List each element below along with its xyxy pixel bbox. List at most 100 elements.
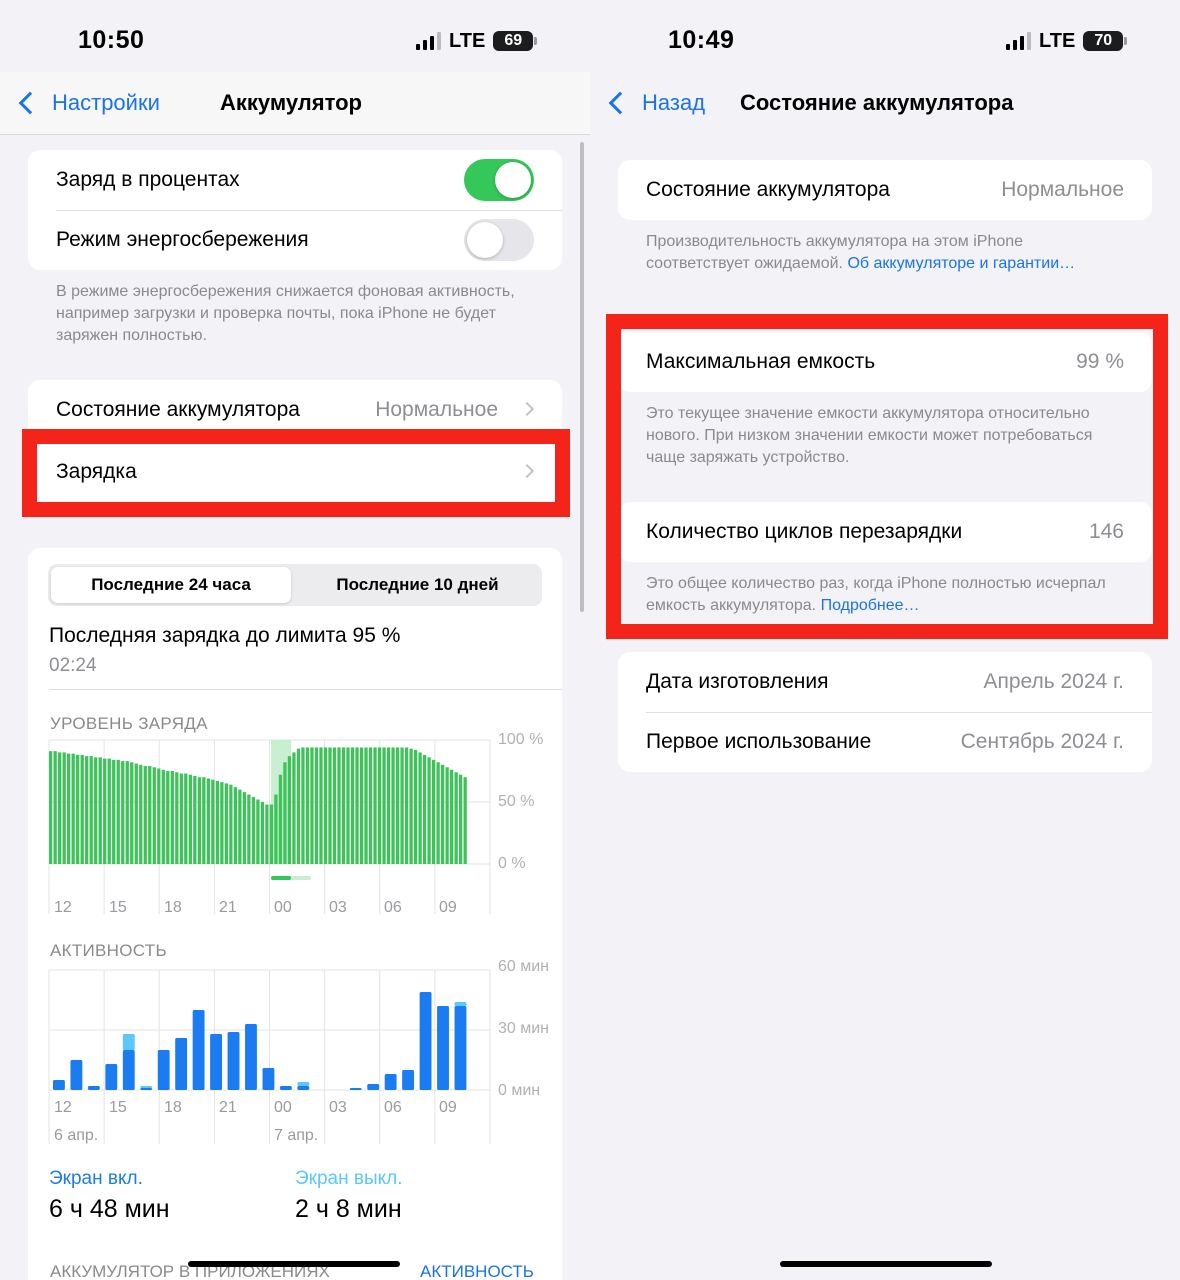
status-time: 10:50	[78, 26, 145, 54]
battery-bar	[382, 747, 386, 864]
activity-axis-label-0: 0 мин	[498, 1082, 541, 1099]
activity-bar-screen-on	[419, 992, 432, 1090]
chevron-left-icon	[608, 91, 632, 115]
health-label: Состояние аккумулятора	[646, 178, 890, 201]
battery-bar	[107, 758, 111, 864]
battery-bar	[179, 773, 183, 864]
back-button[interactable]: Настройки	[18, 90, 160, 116]
battery-bar	[188, 774, 192, 864]
battery-bar	[143, 766, 147, 864]
battery-bar	[238, 789, 242, 864]
battery-bar	[395, 747, 400, 864]
capacity-value: 99 %	[1076, 350, 1124, 373]
left-screen: 10:50 LTE 69 Настройки Аккумулятор Заряд…	[0, 0, 590, 1280]
battery-bar	[220, 782, 224, 864]
chevron-right-icon	[519, 463, 535, 479]
battery-bar	[463, 777, 467, 864]
screen-on-label: Экран вкл.	[49, 1168, 143, 1189]
activity-axis-label-30: 30 мин	[498, 1020, 550, 1037]
battery-bar	[134, 763, 138, 864]
low-power-note: В режиме энергосбережения снижается фоно…	[56, 283, 515, 344]
battery-bar	[215, 780, 220, 864]
tab-10-days[interactable]: Последние 10 дней	[296, 567, 539, 603]
battery-bar	[206, 778, 210, 864]
battery-bar	[76, 754, 80, 864]
toggle-knob	[495, 162, 531, 198]
battery-bar	[49, 751, 53, 864]
charging-row[interactable]: Зарядка	[28, 442, 562, 502]
low-power-toggle[interactable]	[464, 219, 534, 261]
right-screen: 10:49 LTE 70 Назад Состояние аккумулятор…	[590, 0, 1180, 1280]
activity-axis-label-60: 60 мин	[498, 958, 550, 975]
health-card: Состояние аккумулятора Нормальное	[618, 160, 1152, 220]
battery-bar	[436, 762, 440, 864]
scrollbar[interactable]	[580, 142, 584, 612]
status-indicators: LTE 70	[1006, 30, 1128, 52]
activity-bar-screen-on	[402, 1070, 415, 1090]
activity-chart	[48, 969, 491, 1144]
health-value: Нормальное	[375, 398, 498, 421]
battery-bar	[350, 747, 355, 864]
more-info-link[interactable]: Подробнее…	[821, 597, 920, 614]
activity-tick: 03	[329, 1099, 347, 1116]
activity-bar-screen-on	[192, 1010, 205, 1090]
battery-tick: 03	[329, 899, 347, 916]
battery-bar	[166, 771, 170, 864]
back-button[interactable]: Назад	[608, 90, 705, 116]
nav-bar: Назад Состояние аккумулятора	[590, 72, 1180, 134]
toggle-label-percentage: Заряд в процентах	[56, 168, 240, 191]
signal-icon	[1006, 32, 1031, 50]
activity-link[interactable]: АКТИВНОСТЬ	[420, 1262, 534, 1280]
screen-off-value: 2 ч 8 мин	[295, 1195, 402, 1223]
activity-tick: 15	[109, 1099, 127, 1116]
battery-bar	[94, 757, 98, 864]
battery-bar	[431, 759, 436, 864]
battery-bar	[337, 747, 341, 864]
battery-bar	[391, 747, 395, 864]
battery-bar	[152, 767, 156, 864]
screen-off-label: Экран выкл.	[295, 1168, 403, 1189]
battery-bar	[175, 772, 179, 864]
home-indicator[interactable]	[780, 1261, 992, 1267]
cycles-row: Количество циклов перезарядки 146	[618, 502, 1152, 562]
battery-bar	[139, 764, 143, 864]
battery-bar	[197, 777, 201, 864]
battery-bar	[224, 783, 229, 864]
battery-bar	[242, 792, 247, 864]
activity-bar-screen-on	[87, 1086, 100, 1090]
activity-bar-screen-on	[70, 1060, 83, 1090]
activity-tick: 12	[54, 1099, 72, 1116]
tab-24-hours[interactable]: Последние 24 часа	[51, 567, 291, 603]
battery-bar	[359, 747, 364, 864]
battery-bar	[62, 752, 66, 864]
page-title: Аккумулятор	[220, 90, 362, 115]
battery-bar	[98, 757, 102, 864]
warranty-link[interactable]: Об аккумуляторе и гарантии…	[847, 255, 1075, 272]
battery-bar	[377, 747, 382, 864]
nav-bar: Настройки Аккумулятор	[0, 72, 590, 135]
last-charge-title: Последняя зарядка до лимита 95 %	[49, 624, 401, 647]
battery-bar	[418, 752, 422, 864]
last-charge-time: 02:24	[49, 655, 97, 676]
battery-axis-label-100: 100 %	[498, 731, 544, 748]
page-title: Состояние аккумулятора	[740, 90, 1014, 115]
health-row[interactable]: Состояние аккумулятора Нормальное	[28, 380, 562, 440]
activity-bar-screen-on	[140, 1088, 153, 1090]
first-use-row: Первое использование Сентябрь 2024 г.	[618, 712, 1152, 772]
activity-bar-screen-on	[262, 1068, 275, 1090]
battery-axis-label-50: 50 %	[498, 793, 535, 810]
battery-bar	[310, 747, 314, 864]
activity-bar-screen-on	[437, 1006, 449, 1090]
battery-bar	[301, 747, 305, 864]
period-segmented-control: Последние 24 часа Последние 10 дней	[48, 564, 542, 606]
activity-tick: 18	[164, 1099, 182, 1116]
battery-bar	[130, 762, 134, 864]
percentage-toggle[interactable]	[464, 159, 534, 201]
home-indicator[interactable]	[188, 1261, 400, 1267]
health-label: Состояние аккумулятора	[56, 398, 300, 421]
status-time: 10:49	[668, 26, 735, 54]
battery-bar	[247, 794, 251, 864]
back-label: Настройки	[52, 90, 160, 115]
cycles-card: Количество циклов перезарядки 146	[618, 502, 1152, 562]
battery-bar	[269, 804, 274, 864]
